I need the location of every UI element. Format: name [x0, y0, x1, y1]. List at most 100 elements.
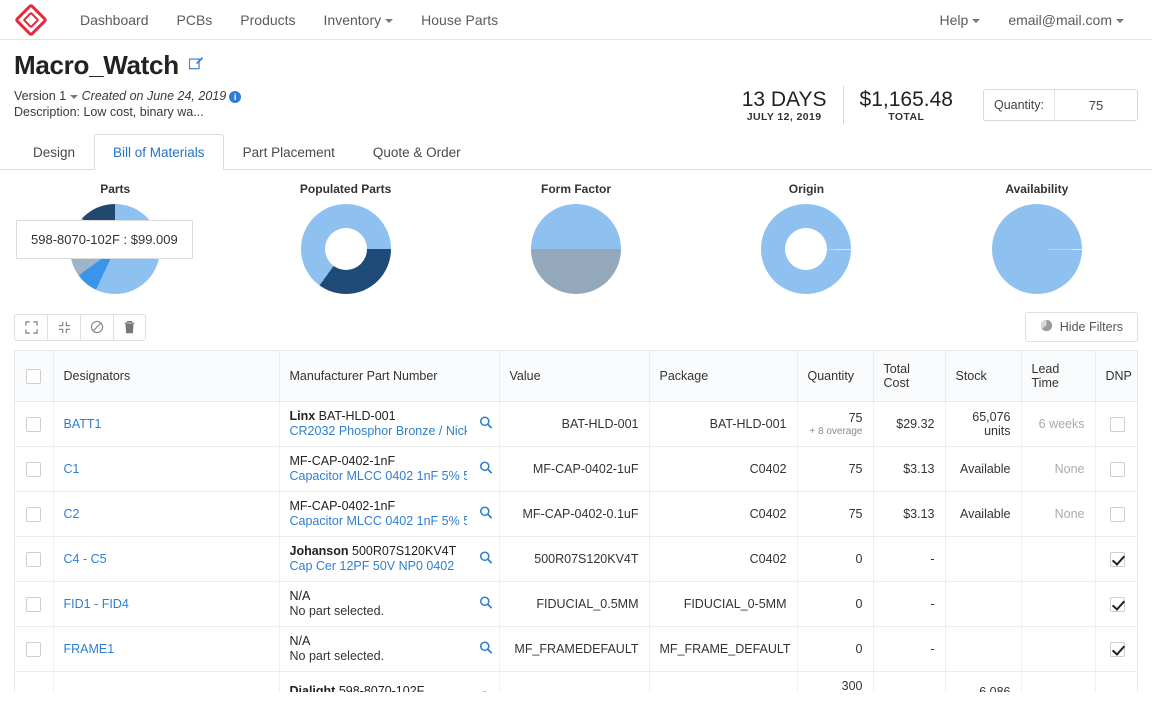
cell-value: BAT-HLD-001 [499, 402, 649, 447]
edit-pencil-icon[interactable] [189, 56, 203, 73]
table-row[interactable]: C4 - C5 Johanson 500R07S120KV4TCap Cer 12… [15, 537, 1138, 582]
tab-quote-and-order[interactable]: Quote & Order [354, 134, 480, 170]
cell-lead-time [1021, 582, 1095, 627]
quantity-value: 0 [808, 552, 863, 566]
nav-link-inventory[interactable]: Inventory [310, 0, 408, 40]
tab-bill-of-materials[interactable]: Bill of Materials [94, 134, 224, 170]
cell-quantity: 75 [797, 447, 873, 492]
designator-link[interactable]: C4 - C5 [64, 552, 107, 566]
row-select-checkbox[interactable] [26, 597, 41, 612]
chart-availability-pie[interactable] [992, 204, 1082, 294]
diamond-logo-icon[interactable] [14, 3, 48, 37]
nav-link-dashboard[interactable]: Dashboard [66, 0, 163, 40]
dnp-checkbox[interactable] [1110, 507, 1125, 522]
top-navigation-bar: Dashboard PCBs Products Inventory House … [0, 0, 1152, 40]
chart-populated-parts-donut[interactable] [301, 204, 391, 294]
header-manufacturer-part-number[interactable]: Manufacturer Part Number [279, 351, 499, 402]
mpn-description-line[interactable]: Cap Cer 12PF 50V NP0 0402 [290, 559, 467, 574]
hide-filters-button[interactable]: Hide Filters [1025, 312, 1138, 342]
tab-part-placement[interactable]: Part Placement [224, 134, 354, 170]
cell-package: C0402 [649, 492, 797, 537]
chart-form-factor-pie[interactable] [531, 204, 621, 294]
info-icon[interactable]: i [229, 91, 241, 103]
cell-quantity: 300+ 41 overage [797, 672, 873, 693]
header-package[interactable]: Package [649, 351, 797, 402]
tab-design[interactable]: Design [14, 134, 94, 170]
table-row[interactable]: H1 - H2, H4, H8 Dialight 598-8070-102FLED… [15, 672, 1138, 693]
nav-link-account[interactable]: email@mail.com [994, 0, 1138, 40]
mpn-description-line[interactable]: Capacitor MLCC 0402 1nF 5% 50V [290, 514, 467, 529]
row-select-checkbox[interactable] [26, 642, 41, 657]
search-part-icon[interactable] [479, 641, 493, 658]
header-designators[interactable]: Designators [53, 351, 279, 402]
search-part-icon[interactable] [479, 416, 493, 433]
dnp-checkbox[interactable] [1110, 597, 1125, 612]
cell-manufacturer-part-number: MF-CAP-0402-1nFCapacitor MLCC 0402 1nF 5… [279, 447, 499, 492]
search-part-icon[interactable] [479, 461, 493, 478]
quantity-value: 300 [808, 679, 863, 692]
cell-value: FIDUCIAL_0.5MM [499, 582, 649, 627]
designator-link[interactable]: C1 [64, 462, 80, 476]
nav-link-help-label: Help [940, 12, 969, 28]
header-total-cost[interactable]: Total Cost [873, 351, 945, 402]
mpn-part-line: Johanson 500R07S120KV4T [290, 544, 467, 559]
table-row[interactable]: FID1 - FID4 N/ANo part selected. FIDUCIAL_… [15, 582, 1138, 627]
bom-table-container[interactable]: Designators Manufacturer Part Number Val… [14, 350, 1138, 692]
table-row[interactable]: BATT1Linx BAT-HLD-001CR2032 Phosphor Bro… [15, 402, 1138, 447]
row-select-checkbox[interactable] [26, 507, 41, 522]
dnp-checkbox[interactable] [1110, 552, 1125, 567]
cell-quantity: 75+ 8 overage [797, 402, 873, 447]
designator-link[interactable]: FID1 - FID4 [64, 597, 129, 611]
cell-designators: C4 - C5 [53, 537, 279, 582]
designator-link[interactable]: BATT1 [64, 417, 102, 431]
row-select-checkbox[interactable] [26, 462, 41, 477]
quantity-value: 0 [808, 642, 863, 656]
header-lead-time[interactable]: Lead Time [1021, 351, 1095, 402]
designator-link[interactable]: C2 [64, 507, 80, 521]
dnp-checkbox[interactable] [1110, 462, 1125, 477]
table-row[interactable]: FRAME1N/ANo part selected.MF_FRAMEDEFAUL… [15, 627, 1138, 672]
cell-stock: 65,076 units [945, 402, 1021, 447]
nav-link-help[interactable]: Help [926, 0, 995, 40]
chart-origin-donut[interactable] [761, 204, 851, 294]
trash-icon[interactable] [113, 314, 146, 341]
row-select-checkbox[interactable] [26, 552, 41, 567]
table-row[interactable]: C2 MF-CAP-0402-1nFCapacitor MLCC 0402 1nF… [15, 492, 1138, 537]
mpn-text-block: Dialight 598-8070-102FLED Uni-Color Gree… [290, 684, 489, 692]
cell-manufacturer-part-number: N/ANo part selected. [279, 627, 499, 672]
nav-link-pcbs[interactable]: PCBs [163, 0, 227, 40]
select-all-checkbox[interactable] [26, 369, 41, 384]
dnp-checkbox[interactable] [1110, 642, 1125, 657]
designator-link[interactable]: FRAME1 [64, 642, 115, 656]
collapse-icon[interactable] [47, 314, 80, 341]
no-entry-icon[interactable] [80, 314, 113, 341]
search-part-icon[interactable] [479, 506, 493, 523]
header-value[interactable]: Value [499, 351, 649, 402]
mpn-description-line: No part selected. [290, 649, 467, 664]
row-select-checkbox[interactable] [26, 417, 41, 432]
dnp-checkbox[interactable] [1110, 417, 1125, 432]
mpn-description-line[interactable]: CR2032 Phosphor Bronze / Nickel Plat [290, 424, 467, 439]
mpn-description-line: No part selected. [290, 604, 467, 619]
nav-link-products[interactable]: Products [226, 0, 309, 40]
nav-link-house-parts[interactable]: House Parts [407, 0, 512, 40]
version-value[interactable]: 1 [59, 89, 66, 103]
search-part-icon[interactable] [479, 596, 493, 613]
mpn-description-line[interactable]: Capacitor MLCC 0402 1nF 5% 50V [290, 469, 467, 484]
total-cost-label: TOTAL [860, 111, 953, 123]
cell-designators: H1 - H2, H4, H8 [53, 672, 279, 693]
cell-lead-time: 10 weeks [1021, 672, 1095, 693]
search-part-icon[interactable] [479, 551, 493, 568]
chevron-down-icon[interactable] [70, 95, 78, 99]
quantity-input[interactable] [1055, 90, 1137, 120]
header-dnp[interactable]: DNP [1095, 351, 1138, 402]
donut-hole [785, 228, 827, 270]
donut-hole [325, 228, 367, 270]
header-quantity[interactable]: Quantity [797, 351, 873, 402]
mpn-part-line: MF-CAP-0402-1nF [290, 499, 467, 514]
header-stock[interactable]: Stock [945, 351, 1021, 402]
expand-icon[interactable] [14, 314, 47, 341]
mpn-text-block: N/ANo part selected. [290, 589, 489, 619]
search-part-icon[interactable] [479, 691, 493, 693]
table-row[interactable]: C1 MF-CAP-0402-1nFCapacitor MLCC 0402 1nF… [15, 447, 1138, 492]
